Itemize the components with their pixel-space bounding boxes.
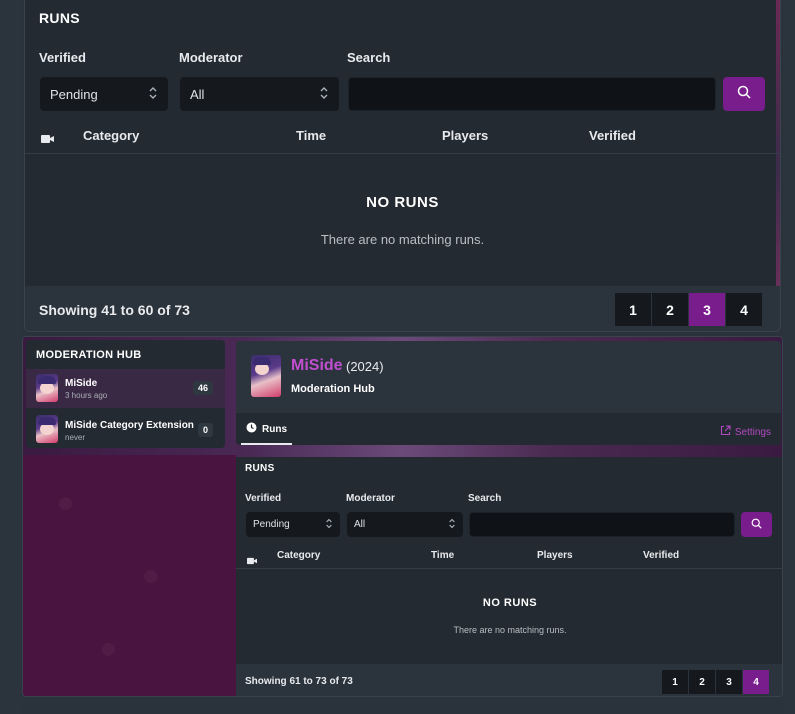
embedded-page-preview: MODERATION HUB MiSide 3 hours ago 46 MiS… xyxy=(22,336,783,697)
moderator-select[interactable]: All xyxy=(180,77,339,111)
column-time[interactable]: Time xyxy=(296,128,326,143)
page-button-2[interactable]: 2 xyxy=(652,293,689,326)
search-icon xyxy=(737,85,751,104)
chevron-up-down-icon xyxy=(325,518,333,532)
page-button-4[interactable]: 4 xyxy=(743,670,770,694)
pending-count-badge: 46 xyxy=(192,381,213,395)
pagination-summary: Showing 61 to 73 of 73 xyxy=(245,676,353,687)
hub-item-name: MiSide Category Extension xyxy=(65,420,194,431)
page-gutter-left xyxy=(0,0,22,714)
tab-runs[interactable]: Runs xyxy=(241,415,292,445)
search-input[interactable] xyxy=(348,77,716,111)
background-pattern xyxy=(23,455,236,696)
runs-panel-bottom: RUNS Verified Moderator Search Pending A… xyxy=(236,457,782,696)
page-subtitle: Moderation Hub xyxy=(291,383,375,395)
column-verified[interactable]: Verified xyxy=(643,550,679,561)
search-icon xyxy=(751,516,762,534)
game-name[interactable]: MiSide xyxy=(291,357,343,375)
hub-item-time: 3 hours ago xyxy=(65,391,108,400)
table-header: Category Time Players Verified xyxy=(25,120,780,154)
empty-state-subtitle: There are no matching runs. xyxy=(453,625,567,635)
external-link-icon xyxy=(720,425,731,439)
moderator-select-value: All xyxy=(354,519,366,530)
page-button-4[interactable]: 4 xyxy=(726,293,763,326)
banner-edge xyxy=(776,0,780,331)
search-button[interactable] xyxy=(723,77,765,111)
hub-item-name: MiSide xyxy=(65,378,98,389)
empty-state-title: NO RUNS xyxy=(366,194,439,211)
game-header-card: MiSide (2024) Moderation Hub Runs Settin… xyxy=(236,341,781,445)
column-players[interactable]: Players xyxy=(442,128,488,143)
pending-count-badge: 0 xyxy=(197,423,213,437)
search-label: Search xyxy=(347,50,391,65)
tab-runs-label: Runs xyxy=(262,423,287,435)
column-category[interactable]: Category xyxy=(277,550,320,561)
game-cover xyxy=(251,355,281,397)
hub-item-miside[interactable]: MiSide 3 hours ago 46 xyxy=(26,369,225,408)
column-time[interactable]: Time xyxy=(431,550,454,561)
page-button-3[interactable]: 3 xyxy=(716,670,743,694)
settings-link[interactable]: Settings xyxy=(720,425,771,439)
empty-state-title: NO RUNS xyxy=(482,597,538,609)
table-footer: Showing 41 to 60 of 73 1 2 3 4 xyxy=(25,286,780,331)
moderation-hub-card: MODERATION HUB MiSide 3 hours ago 46 MiS… xyxy=(26,340,225,448)
page-button-1[interactable]: 1 xyxy=(615,293,652,326)
pagination-summary: Showing 41 to 60 of 73 xyxy=(39,302,190,318)
table-header: Category Time Players Verified xyxy=(236,544,782,570)
page-button-1[interactable]: 1 xyxy=(662,670,689,694)
game-avatar xyxy=(36,415,58,443)
game-avatar xyxy=(36,374,58,402)
column-category[interactable]: Category xyxy=(83,128,139,143)
moderator-select[interactable]: All xyxy=(347,512,463,537)
chevron-up-down-icon xyxy=(448,518,456,532)
moderator-select-value: All xyxy=(190,86,205,102)
search-label: Search xyxy=(468,493,502,504)
moderator-filter-label: Moderator xyxy=(346,493,395,504)
game-year: (2024) xyxy=(346,359,384,374)
pagination: 1 2 3 4 xyxy=(662,670,770,694)
verified-select-value: Pending xyxy=(50,86,98,102)
video-camera-icon xyxy=(41,131,54,149)
chevron-up-down-icon xyxy=(148,86,158,103)
runs-panel-top: RUNS Verified Moderator Search Pending A… xyxy=(24,0,781,332)
search-button[interactable] xyxy=(741,512,772,537)
verified-filter-label: Verified xyxy=(39,50,86,65)
column-players[interactable]: Players xyxy=(537,550,573,561)
verified-select[interactable]: Pending xyxy=(40,77,168,111)
verified-select[interactable]: Pending xyxy=(246,512,340,537)
verified-select-value: Pending xyxy=(253,519,290,530)
pagination: 1 2 3 4 xyxy=(615,293,763,326)
video-camera-icon xyxy=(247,552,257,570)
game-header: MiSide (2024) Moderation Hub xyxy=(236,341,781,413)
hub-item-miside-category-extension[interactable]: MiSide Category Extension never 0 xyxy=(26,409,225,448)
empty-state-subtitle: There are no matching runs. xyxy=(320,232,485,247)
search-input[interactable] xyxy=(469,512,735,537)
clock-icon xyxy=(246,422,257,436)
chevron-up-down-icon xyxy=(319,86,329,103)
settings-label: Settings xyxy=(734,426,771,438)
moderation-hub-title: MODERATION HUB xyxy=(36,349,142,361)
table-footer: Showing 61 to 73 of 73 1 2 3 4 xyxy=(236,664,782,696)
hub-item-time: never xyxy=(65,433,86,442)
panel-title: RUNS xyxy=(39,10,80,26)
page-gutter-right xyxy=(783,0,795,714)
page-button-3[interactable]: 3 xyxy=(689,293,726,326)
column-verified[interactable]: Verified xyxy=(589,128,636,143)
verified-filter-label: Verified xyxy=(245,493,282,504)
page-button-2[interactable]: 2 xyxy=(689,670,716,694)
panel-title: RUNS xyxy=(245,463,275,474)
moderator-filter-label: Moderator xyxy=(179,50,243,65)
